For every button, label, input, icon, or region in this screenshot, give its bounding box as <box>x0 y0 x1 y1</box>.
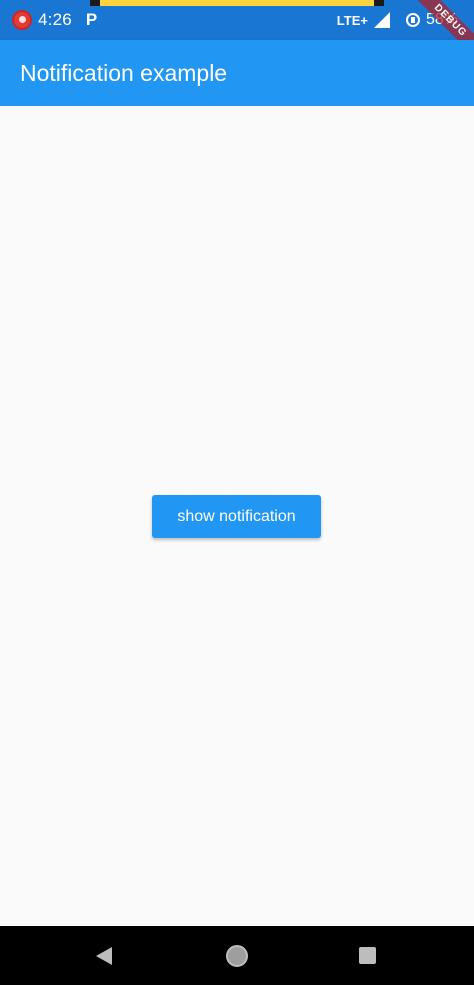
navigation-bar <box>0 926 474 985</box>
battery-saver-icon <box>405 13 420 27</box>
signal-icon <box>373 12 390 28</box>
show-notification-button[interactable]: show notification <box>152 495 321 538</box>
app-bar: Notification example <box>0 40 474 106</box>
status-time: 4:26 <box>38 10 72 29</box>
status-left: 4:26 P <box>12 0 97 40</box>
battery-level: 58% <box>425 11 458 28</box>
recents-icon[interactable] <box>359 947 376 964</box>
page-title: Notification example <box>20 59 228 86</box>
screen: 4:26 P LTE+ 58% DEBUG Notification examp… <box>0 0 474 985</box>
back-icon[interactable] <box>96 947 112 965</box>
main-content: show notification <box>0 106 474 926</box>
network-type: LTE+ <box>336 12 368 28</box>
status-bar: 4:26 P LTE+ 58% <box>0 0 474 40</box>
status-right: LTE+ 58% <box>337 0 458 40</box>
home-icon[interactable] <box>226 945 248 967</box>
parking-icon: P <box>85 10 98 29</box>
app-notification-icon <box>12 10 32 30</box>
